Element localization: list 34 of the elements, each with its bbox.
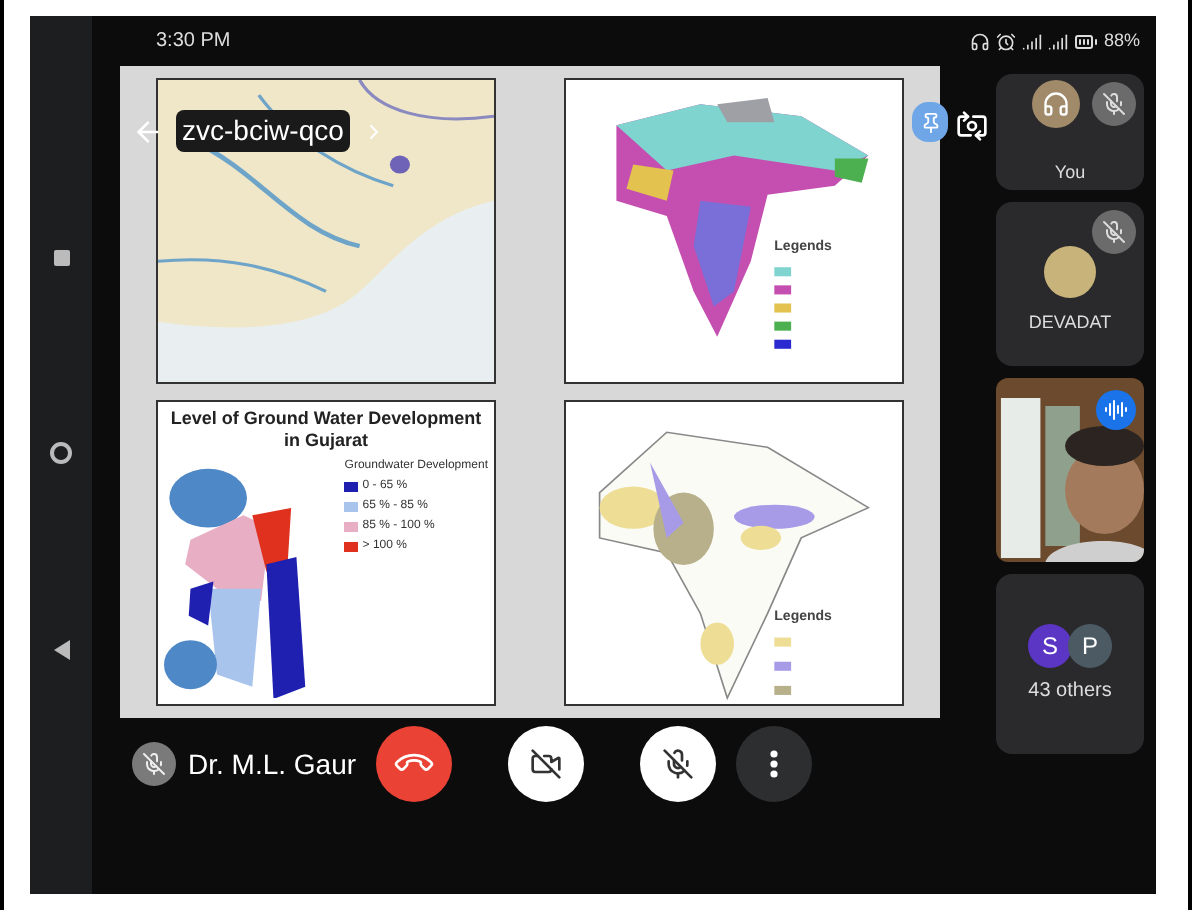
signal-icon — [1021, 31, 1042, 51]
pin-button[interactable] — [912, 102, 948, 142]
camera-off-button[interactable] — [508, 726, 585, 802]
mic-off-icon — [662, 748, 695, 780]
initial-avatar: P — [1068, 623, 1112, 667]
others-tile[interactable]: S P 43 others — [996, 574, 1144, 754]
battery-icon — [1073, 29, 1098, 53]
more-icon — [770, 750, 779, 778]
home-icon[interactable] — [50, 442, 72, 464]
mic-off-button[interactable] — [640, 726, 717, 802]
avatar — [1032, 80, 1080, 128]
participant-name: You — [1054, 159, 1086, 185]
end-call-button[interactable] — [376, 726, 453, 802]
battery-level: 88% — [1103, 27, 1140, 54]
participant-tile[interactable]: DEVADAT — [996, 202, 1144, 366]
slide-title: Level of Ground Water Development in Gujarat — [168, 408, 484, 453]
switch-camera-icon[interactable] — [956, 110, 988, 142]
back-icon[interactable] — [53, 640, 69, 660]
meeting-code[interactable]: zvc-bciw-qco — [176, 110, 350, 152]
presenter-name: Dr. M.L. Gaur — [188, 745, 357, 783]
camera-off-icon — [530, 748, 563, 780]
recents-icon[interactable] — [53, 250, 69, 266]
status-time: 3:30 PM — [156, 28, 231, 56]
participant-name: DEVADAT — [1028, 310, 1112, 337]
participant-tile[interactable]: You — [996, 74, 1144, 190]
pin-icon — [919, 111, 941, 133]
headphones-icon — [969, 31, 990, 51]
alarm-icon — [995, 31, 1016, 51]
more-button[interactable] — [736, 726, 813, 802]
others-count: 43 others — [1028, 677, 1112, 705]
signal-icon — [1047, 31, 1068, 51]
avatar — [1044, 246, 1096, 299]
initial-avatar: S — [1028, 623, 1072, 667]
back-arrow-icon[interactable] — [132, 115, 164, 147]
